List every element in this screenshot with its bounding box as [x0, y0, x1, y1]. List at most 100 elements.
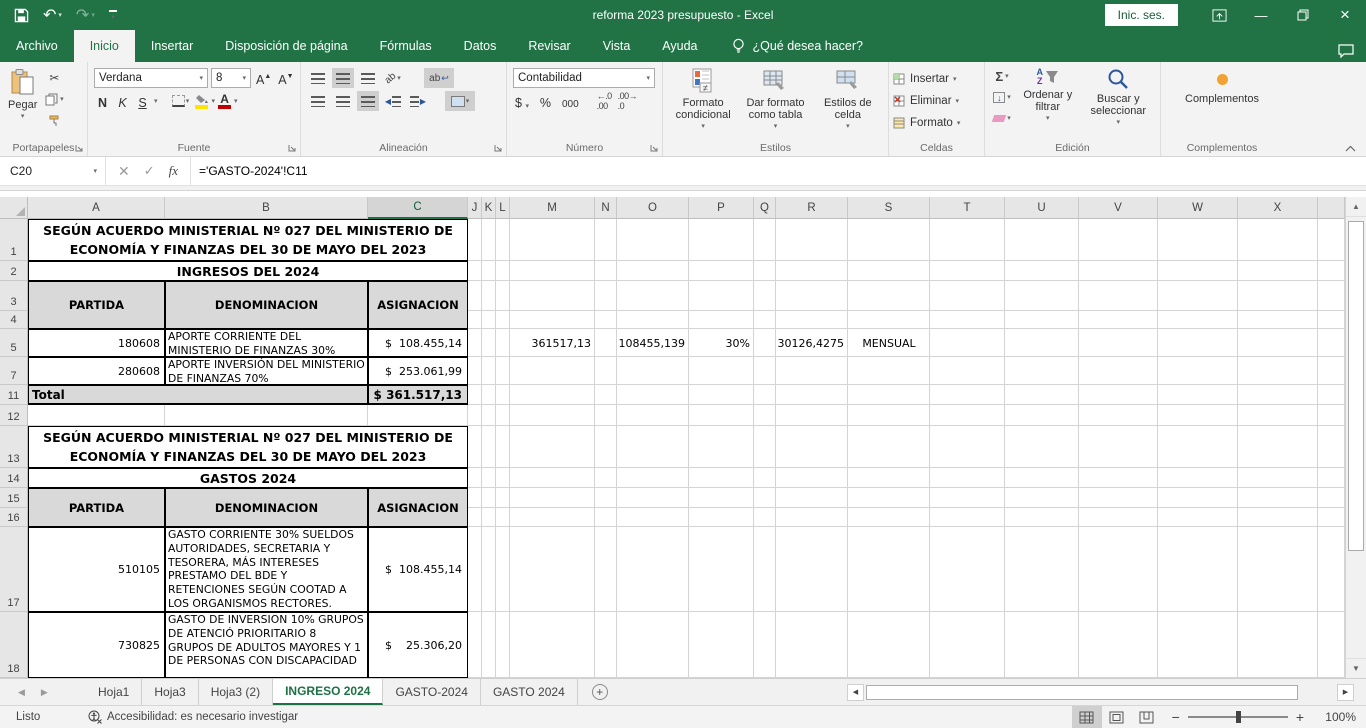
customize-qat-button[interactable]: ▾ [109, 10, 117, 21]
grid-cell[interactable] [595, 508, 617, 527]
grid-cell[interactable] [1238, 488, 1318, 508]
grid-cell[interactable] [595, 488, 617, 508]
grid-cell[interactable] [496, 219, 510, 261]
select-all-button[interactable] [0, 197, 28, 219]
grid-cell[interactable] [468, 261, 482, 281]
cell-pr[interactable]: 30% [689, 329, 754, 357]
row-header[interactable]: 14 [0, 468, 28, 488]
grid-cell[interactable] [595, 281, 617, 311]
grid-cell[interactable] [776, 281, 848, 311]
grid-cell[interactable] [1079, 329, 1158, 357]
feedback-icon[interactable] [1338, 44, 1354, 58]
copy-button[interactable]: ▾ [41, 89, 67, 109]
row-header[interactable]: 17 [0, 527, 28, 612]
comma-style-icon[interactable]: 000 [560, 92, 581, 111]
grid-cell[interactable] [754, 357, 776, 385]
grid-cell[interactable] [468, 405, 482, 426]
grid-cell[interactable] [1318, 385, 1345, 405]
next-sheet-icon[interactable]: ▶ [41, 687, 48, 698]
row-header[interactable]: 3 [0, 281, 28, 311]
grid-cell[interactable] [1158, 261, 1238, 281]
grid-cell[interactable] [1238, 527, 1318, 612]
grid-cell[interactable] [510, 468, 595, 488]
grid-cell[interactable] [1005, 527, 1079, 612]
complementos-button[interactable]: Complementos [1165, 66, 1279, 107]
grid-cell[interactable] [482, 357, 496, 385]
normal-view-icon[interactable] [1072, 706, 1102, 728]
grid-cell[interactable] [848, 385, 930, 405]
grid-cell[interactable] [1158, 219, 1238, 261]
close-button[interactable]: × [1324, 0, 1366, 30]
grid-cell[interactable] [1079, 261, 1158, 281]
grid-cell[interactable] [754, 311, 776, 329]
grid-cell[interactable] [1158, 329, 1238, 357]
grid-cell[interactable] [617, 311, 689, 329]
grid-cell[interactable] [930, 219, 1005, 261]
cell-moneyb[interactable]: $ 361.517,13 [368, 385, 468, 405]
grid-cell[interactable] [165, 405, 368, 426]
grid-cell[interactable] [1079, 508, 1158, 527]
grid-cell[interactable] [1238, 508, 1318, 527]
cell-pc[interactable]: MENSUAL [848, 329, 930, 357]
page-layout-view-icon[interactable] [1102, 706, 1132, 728]
insert-function-icon[interactable]: fx [169, 163, 178, 179]
grid-cell[interactable] [1005, 612, 1079, 678]
grid-cell[interactable] [595, 219, 617, 261]
grid-cell[interactable] [1079, 281, 1158, 311]
grid-cell[interactable] [1318, 405, 1345, 426]
grid-cell[interactable] [1158, 405, 1238, 426]
grid-cell[interactable] [689, 281, 754, 311]
grid-cell[interactable] [776, 261, 848, 281]
row-header[interactable]: 1 [0, 219, 28, 261]
grid-cell[interactable] [496, 357, 510, 385]
grid-cell[interactable] [776, 468, 848, 488]
bold-button[interactable]: N [94, 92, 111, 111]
number-format-combo[interactable]: Contabilidad▾ [513, 68, 655, 88]
grid-cell[interactable] [930, 281, 1005, 311]
grid-cell[interactable] [1238, 357, 1318, 385]
zoom-in-button[interactable]: + [1296, 709, 1304, 725]
grid-cell[interactable] [930, 357, 1005, 385]
grid-cell[interactable] [930, 385, 1005, 405]
save-icon[interactable] [14, 8, 29, 23]
grid-cell[interactable] [754, 488, 776, 508]
row-header[interactable]: 4 [0, 311, 28, 329]
grid-cell[interactable] [1158, 357, 1238, 385]
grid-cell[interactable] [930, 261, 1005, 281]
ribbon-display-options-icon[interactable] [1198, 0, 1240, 30]
cell-hdr[interactable]: PARTIDA [28, 488, 165, 527]
grid-cell[interactable] [468, 527, 482, 612]
grid-cell[interactable] [482, 612, 496, 678]
grid-cell[interactable] [848, 508, 930, 527]
zoom-slider[interactable] [1188, 716, 1288, 718]
grid-cell[interactable] [930, 329, 1005, 357]
grid-cell[interactable] [496, 311, 510, 329]
sheet-tab-ingreso-2024[interactable]: INGRESO 2024 [273, 679, 383, 705]
grid-cell[interactable] [689, 488, 754, 508]
align-middle-icon[interactable] [332, 68, 354, 88]
cell-hdr[interactable]: ASIGNACION [368, 488, 468, 527]
grid-cell[interactable] [482, 405, 496, 426]
row-header[interactable]: 12 [0, 405, 28, 426]
decrease-indent-icon[interactable]: ◀ [382, 91, 404, 111]
grid-cell[interactable] [496, 405, 510, 426]
grid-cell[interactable] [754, 527, 776, 612]
grid-cell[interactable] [1318, 468, 1345, 488]
column-header[interactable]: R [776, 197, 848, 219]
sheet-tab-gasto-2024b[interactable]: GASTO 2024 [481, 679, 578, 705]
column-header[interactable]: V [1079, 197, 1158, 219]
grid-cell[interactable] [617, 527, 689, 612]
tell-me-search[interactable]: ¿Qué desea hacer? [732, 30, 864, 62]
grid-cell[interactable] [1079, 488, 1158, 508]
grid-cell[interactable] [468, 385, 482, 405]
scroll-right-icon[interactable]: ▶ [1337, 684, 1354, 701]
cell-hdr[interactable]: ASIGNACION [368, 281, 468, 329]
sheet-tab-hoja3-2[interactable]: Hoja3 (2) [199, 679, 273, 705]
italic-button[interactable]: K [114, 92, 131, 111]
grid-cell[interactable] [930, 488, 1005, 508]
grow-font-button[interactable]: A▲ [254, 69, 273, 88]
grid-cell[interactable] [754, 508, 776, 527]
grid-cell[interactable] [754, 468, 776, 488]
grid-cell[interactable] [848, 219, 930, 261]
grid-cell[interactable] [617, 488, 689, 508]
